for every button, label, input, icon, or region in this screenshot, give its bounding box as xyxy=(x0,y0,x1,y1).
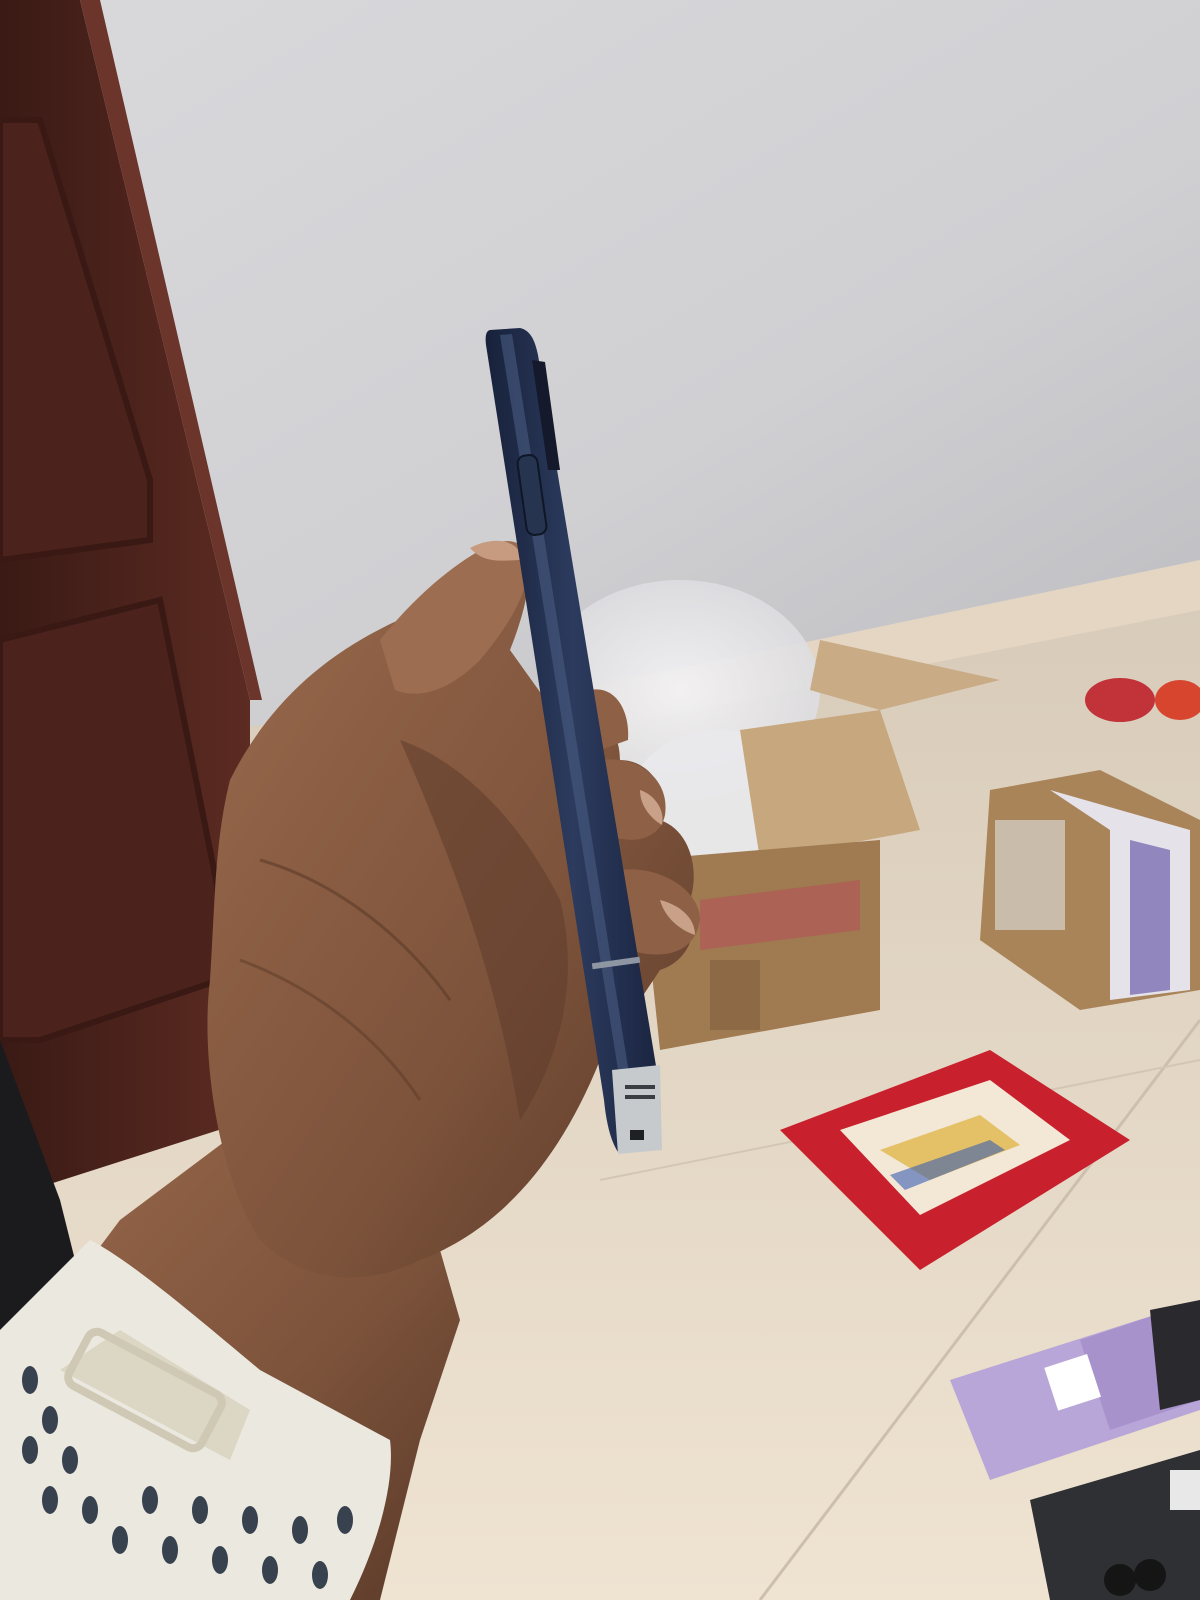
charging-port xyxy=(630,1130,644,1140)
speaker-grille xyxy=(625,1085,655,1089)
phone-bottom-edge xyxy=(612,1065,662,1154)
tape-rolls xyxy=(1085,678,1200,722)
photo-scene xyxy=(0,0,1200,1600)
speaker-grille xyxy=(625,1095,655,1099)
photo-illustration xyxy=(0,0,1200,1600)
